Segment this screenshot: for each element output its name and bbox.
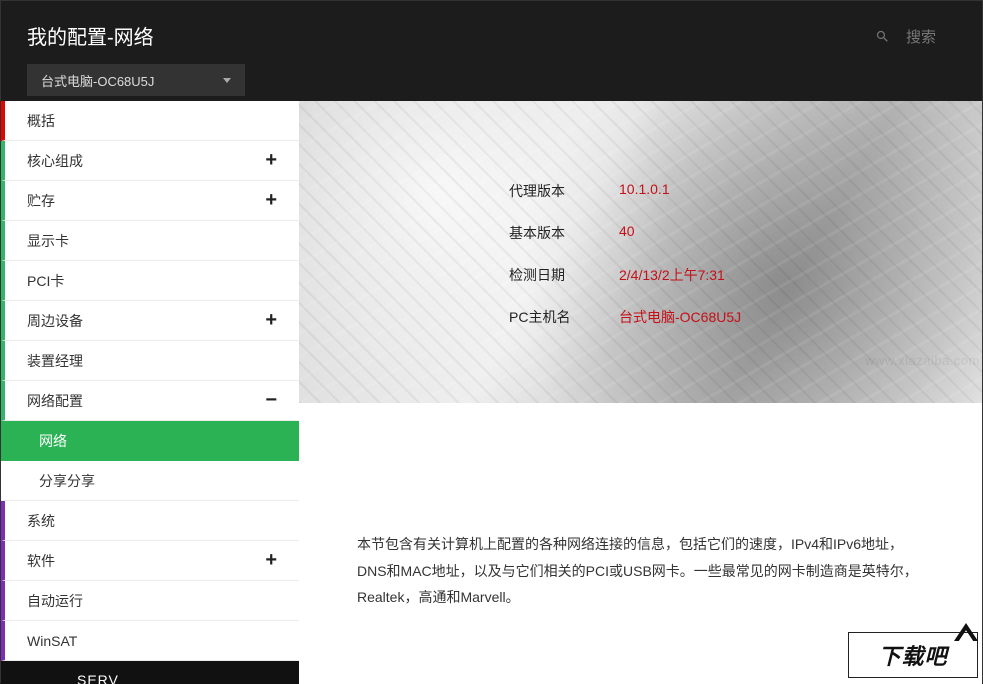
sidebar-item-label: 软件: [27, 551, 55, 571]
info-label: 检测日期: [509, 265, 619, 285]
sidebar-item-overview[interactable]: 概括: [1, 101, 299, 141]
sidebar-item-label: 概括: [27, 111, 55, 131]
sidebar-item-label: 贮存: [27, 191, 55, 211]
info-label: PC主机名: [509, 307, 619, 327]
sidebar-item-network-config[interactable]: 网络配置 −: [1, 381, 299, 421]
info-label: 代理版本: [509, 181, 619, 201]
site-logo-text: 下载吧: [878, 639, 947, 671]
sidebar-item-storage[interactable]: 贮存 +: [1, 181, 299, 221]
info-value: 40: [619, 223, 635, 243]
sidebar-sub-network[interactable]: 网络: [1, 421, 299, 461]
expand-icon: +: [265, 309, 277, 332]
sidebar-item-label: 系统: [27, 511, 55, 531]
device-dropdown-value: 台式电脑-OC68U5J: [41, 71, 154, 90]
sidebar-item-label: 周边设备: [27, 311, 83, 331]
site-logo: 下载吧: [848, 632, 978, 678]
sidebar-item-pci[interactable]: PCI卡: [1, 261, 299, 301]
sidebar-item-label: 网络配置: [27, 391, 83, 411]
sidebar-item-display[interactable]: 显示卡: [1, 221, 299, 261]
main-panel: www.xiazaiba.com 代理版本 10.1.0.1 基本版本 40 检…: [299, 101, 982, 684]
info-row-base-version: 基本版本 40: [509, 223, 909, 243]
sidebar-sub-sharing[interactable]: 分享分享: [1, 461, 299, 501]
description-text: 本节包含有关计算机上配置的各种网络连接的信息，包括它们的速度，IPv4和IPv6…: [357, 531, 924, 611]
sidebar-sub-label: 分享分享: [39, 471, 95, 491]
chevron-down-icon: [223, 78, 231, 83]
search-placeholder: 搜索: [906, 26, 936, 47]
info-block: 代理版本 10.1.0.1 基本版本 40 检测日期 2/4/13/2上午7:3…: [509, 181, 909, 349]
info-row-hostname: PC主机名 台式电脑-OC68U5J: [509, 307, 909, 327]
info-value: 台式电脑-OC68U5J: [619, 307, 741, 327]
device-dropdown[interactable]: 台式电脑-OC68U5J: [27, 64, 245, 96]
info-value: 10.1.0.1: [619, 181, 670, 201]
header-bar: 我的配置-网络 台式电脑-OC68U5J 搜索: [1, 1, 982, 101]
expand-icon: +: [265, 189, 277, 212]
sidebar-item-core[interactable]: 核心组成 +: [1, 141, 299, 181]
header-left: 我的配置-网络 台式电脑-OC68U5J: [27, 21, 245, 101]
info-row-scan-date: 检测日期 2/4/13/2上午7:31: [509, 265, 909, 285]
info-value: 2/4/13/2上午7:31: [619, 265, 725, 285]
expand-icon: +: [265, 149, 277, 172]
sidebar-item-label: 装置经理: [27, 351, 83, 371]
sidebar-sub-label: 网络: [39, 431, 67, 451]
sidebar-item-serv[interactable]: SERV: [1, 661, 299, 684]
sidebar-item-label: 显示卡: [27, 231, 69, 251]
page-title: 我的配置-网络: [27, 21, 245, 50]
sidebar-item-system[interactable]: 系统: [1, 501, 299, 541]
collapse-icon: −: [265, 389, 277, 412]
search-box[interactable]: 搜索: [875, 21, 956, 51]
sidebar-item-autorun[interactable]: 自动运行: [1, 581, 299, 621]
sidebar-item-peripherals[interactable]: 周边设备 +: [1, 301, 299, 341]
sidebar-item-label: WinSAT: [27, 633, 77, 649]
sidebar-item-software[interactable]: 软件 +: [1, 541, 299, 581]
sidebar: 概括 核心组成 + 贮存 + 显示卡 PCI卡 周边设备 + 装置经理 网络配置: [1, 101, 299, 684]
expand-icon: +: [265, 549, 277, 572]
info-banner: www.xiazaiba.com 代理版本 10.1.0.1 基本版本 40 检…: [299, 101, 982, 403]
sidebar-item-label: PCI卡: [27, 271, 64, 291]
sidebar-item-device-manager[interactable]: 装置经理: [1, 341, 299, 381]
info-row-agent-version: 代理版本 10.1.0.1: [509, 181, 909, 201]
sidebar-item-winsat[interactable]: WinSAT: [1, 621, 299, 661]
sidebar-item-label: SERV: [77, 672, 119, 684]
content-area: 概括 核心组成 + 贮存 + 显示卡 PCI卡 周边设备 + 装置经理 网络配置: [1, 101, 982, 684]
sidebar-item-label: 自动运行: [27, 591, 83, 611]
sidebar-item-label: 核心组成: [27, 151, 83, 171]
info-label: 基本版本: [509, 223, 619, 243]
search-icon: [875, 29, 890, 44]
